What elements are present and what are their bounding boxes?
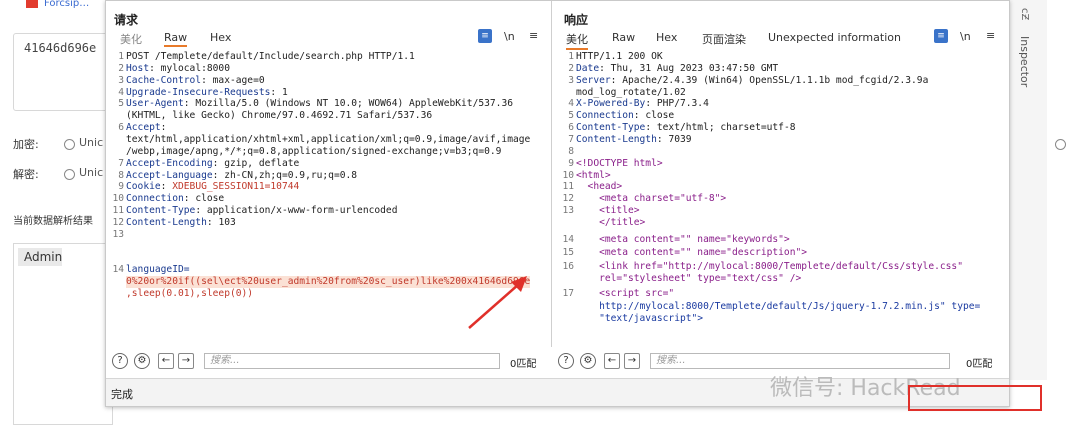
decrypt-option-label: Unic <box>79 166 104 179</box>
code-line: 16 <link href="http://mylocal:8000/Templ… <box>562 261 963 272</box>
annotation-arrow-icon <box>468 276 527 329</box>
request-tab-pretty[interactable]: 美化 <box>120 31 142 47</box>
hex-input-value: 41646d696e <box>24 41 97 55</box>
code-line: 15 <meta content="" name="description"> <box>562 247 808 258</box>
encrypt-radio[interactable] <box>64 139 75 150</box>
code-line: 2 Date: Thu, 31 Aug 2023 03:47:50 GMT <box>568 62 779 74</box>
response-tab-unexpected[interactable]: Unexpected information <box>768 31 901 44</box>
response-search-input[interactable]: 搜索... <box>650 353 950 369</box>
settings-icon[interactable]: ⚙ <box>134 353 150 369</box>
top-link[interactable]: Forcsip… <box>44 0 104 8</box>
response-tab-raw[interactable]: Raw <box>612 31 635 44</box>
settings-icon[interactable]: ⚙ <box>580 353 596 369</box>
code-line: mod_log_rotate/1.02 <box>576 86 686 98</box>
status-text: 完成 <box>111 388 133 401</box>
code-line: 4 X-Powered-By: PHP/7.3.4 <box>568 98 709 110</box>
code-line: 3 Cache-Control: max-age=0 <box>118 74 265 86</box>
code-line: text/html,application/xhtml+xml,applicat… <box>126 133 531 145</box>
request-search-input[interactable]: 搜索... <box>204 353 500 369</box>
prev-match-icon[interactable]: ← <box>158 353 174 369</box>
menu-icon[interactable]: ≡ <box>986 29 995 42</box>
document-icon[interactable]: ≡ <box>478 29 492 43</box>
code-line: 10 Connection: close <box>112 193 225 205</box>
decrypt-radio[interactable] <box>64 169 75 180</box>
code-line: 7 Accept-Encoding: gzip, deflate <box>118 157 300 169</box>
code-line: 13 <title> <box>562 205 640 217</box>
code-line: 7 Content-Length: 7039 <box>568 133 692 145</box>
code-line: 12 Content-Length: 103 <box>112 216 236 228</box>
app-logo-icon <box>26 0 38 8</box>
code-line: 11 Content-Type: application/x-www-form-u… <box>112 205 398 217</box>
inspector-tab[interactable]: Inspector <box>1018 36 1031 87</box>
request-tab-raw[interactable]: Raw <box>164 31 188 47</box>
code-line: 9 <!DOCTYPE html> <box>568 157 663 169</box>
code-line: /webp,image/apng,*/*;q=0.8,application/s… <box>126 145 502 157</box>
response-match-count: 0匹配 <box>966 359 993 370</box>
code-line: 6 Accept: <box>118 122 167 134</box>
prev-match-icon[interactable]: ← <box>604 353 620 369</box>
request-response-dialog: 请求 美化 Raw Hex ≡ \n ≡ 1 POST /Templete/def… <box>105 0 1010 407</box>
code-line: rel="stylesheet" type="text/css" /> <box>576 273 802 284</box>
code-line: 4 Upgrade-Insecure-Requests: 1 <box>118 86 288 98</box>
code-line: 12 <meta charset="utf-8"> <box>562 193 727 205</box>
right-radio[interactable] <box>1055 139 1066 150</box>
decrypt-label: 解密: <box>13 168 39 181</box>
inspector-icon[interactable]: сƵ <box>1019 8 1030 20</box>
response-panel: 响应 美化 Raw Hex 页面渲染 Unexpected informatio… <box>556 1 1008 347</box>
code-line: 8 Accept-Language: zh-CN,zh;q=0.9,ru;q=0.… <box>118 169 358 181</box>
code-line: 14 <meta content="" name="keywords"> <box>562 234 790 245</box>
encrypt-label: 加密: <box>13 138 39 151</box>
watermark-highlight-box <box>908 385 1042 411</box>
menu-icon[interactable]: ≡ <box>529 29 538 42</box>
code-line: 5 User-Agent: Mozilla/5.0 (Windows NT 10.… <box>118 98 514 110</box>
code-line: 1 POST /Templete/default/Include/search.p… <box>118 51 415 62</box>
code-line: http://mylocal:8000/Templete/default/Js/… <box>576 301 981 312</box>
code-line: 3 Server: Apache/2.4.39 (Win64) OpenSSL/1… <box>568 74 929 86</box>
next-match-icon[interactable]: → <box>624 353 640 369</box>
result-box <box>13 243 113 425</box>
result-value: Admin <box>18 248 62 266</box>
response-title: 响应 <box>564 13 589 27</box>
result-heading: 当前数据解析结果 <box>13 216 93 227</box>
response-tab-render[interactable]: 页面渲染 <box>702 31 746 47</box>
code-line: 8 <box>568 145 574 157</box>
code-line: 2 Host: mylocal:8000 <box>118 62 230 74</box>
code-line: 11 <head> <box>562 181 623 193</box>
code-line: 6 Content-Type: text/html; charset=utf-8 <box>568 122 796 134</box>
request-title: 请求 <box>114 13 139 27</box>
code-line: 9 Cookie: XDEBUG_SESSION11=10744 <box>118 181 300 193</box>
request-search-toolbar: ? ⚙ ← → 搜索... 0匹配 <box>112 349 552 373</box>
code-line: 13 <box>112 228 124 240</box>
code-line: 5 Connection: close <box>568 110 675 122</box>
document-icon[interactable]: ≡ <box>934 29 948 43</box>
response-tab-hex[interactable]: Hex <box>656 31 677 44</box>
encrypt-option-label: Unic <box>79 136 104 149</box>
newline-icon[interactable]: \n <box>504 30 515 43</box>
code-line: 1 HTTP/1.1 200 OK <box>568 51 663 62</box>
code-line: (KHTML, like Gecko) Chrome/97.0.4692.71 … <box>126 110 433 122</box>
code-line: "text/javascript"> <box>576 313 704 324</box>
request-match-count: 0匹配 <box>510 359 537 370</box>
next-match-icon[interactable]: → <box>178 353 194 369</box>
help-icon[interactable]: ? <box>112 353 128 369</box>
response-tab-pretty[interactable]: 美化 <box>566 31 588 50</box>
response-view-icons: ≡ \n ≡ <box>934 29 1004 45</box>
help-icon[interactable]: ? <box>558 353 574 369</box>
newline-icon[interactable]: \n <box>960 30 971 43</box>
request-view-icons: ≡ \n ≡ <box>478 29 548 45</box>
code-line: 17 <script src=" <box>562 288 675 299</box>
code-line: </title> <box>576 216 646 228</box>
request-tab-hex[interactable]: Hex <box>210 31 231 44</box>
code-line: 10 <html> <box>562 169 611 181</box>
